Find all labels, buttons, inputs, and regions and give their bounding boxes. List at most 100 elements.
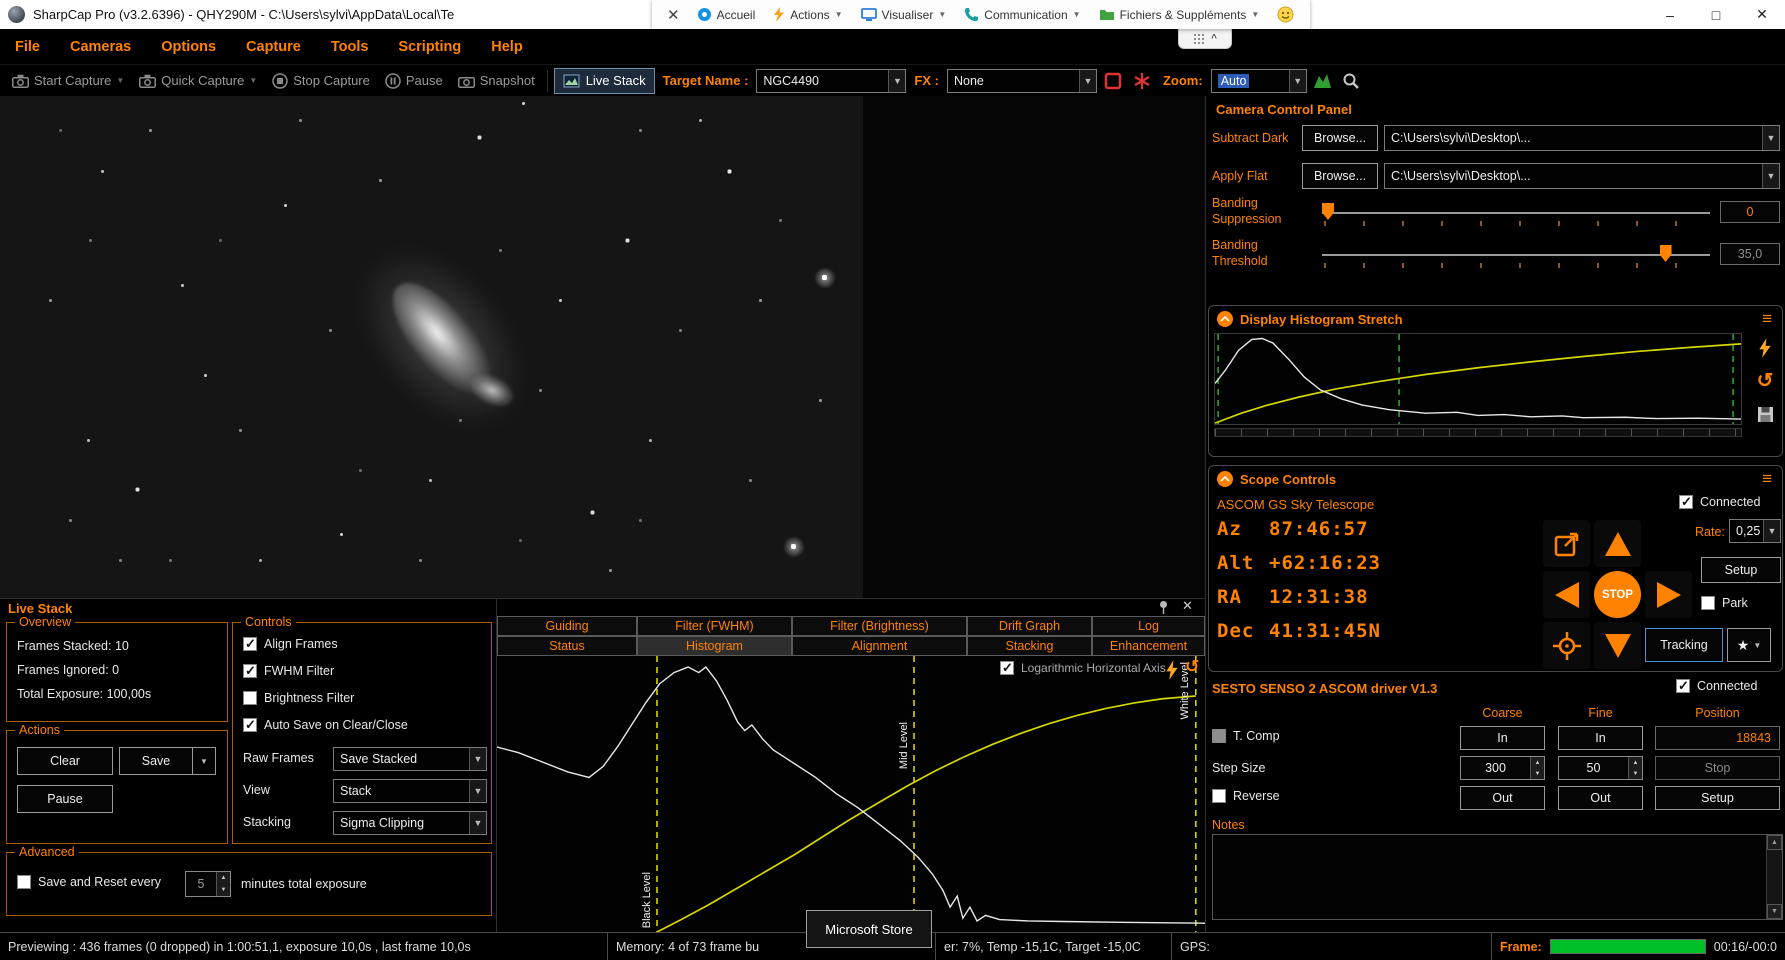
- scroll-down-icon[interactable]: ▼: [1767, 904, 1782, 919]
- tab-filter-fwhm[interactable]: Filter (FWHM): [637, 616, 792, 636]
- stop-capture-button[interactable]: Stop Capture: [266, 68, 376, 94]
- slew-to-target-button[interactable]: [1543, 520, 1590, 567]
- subtract-dark-path-combobox[interactable]: C:\Users\sylvi\Desktop\... ▼: [1384, 125, 1780, 151]
- tv-item-visualiser[interactable]: Visualiser ▼: [853, 0, 955, 29]
- selection-area-button[interactable]: [1100, 68, 1126, 94]
- focuser-stop-button[interactable]: Stop: [1655, 756, 1780, 780]
- menu-options[interactable]: Options: [146, 39, 231, 55]
- reset-stretch-button[interactable]: ↺: [1749, 366, 1781, 394]
- log-axis-checkbox[interactable]: [1000, 660, 1014, 676]
- live-stack-button[interactable]: Live Stack: [553, 67, 655, 94]
- coarse-step-spinner[interactable]: 300 ▲ ▼: [1460, 756, 1545, 780]
- focuser-position-value[interactable]: 18843: [1655, 726, 1780, 750]
- maximize-button[interactable]: □: [1693, 0, 1739, 29]
- chevron-down-icon[interactable]: ▼: [1763, 520, 1780, 542]
- menu-icon[interactable]: ≡: [1762, 309, 1772, 329]
- slew-down-button[interactable]: [1594, 622, 1641, 669]
- collapse-button[interactable]: [1217, 471, 1233, 487]
- menu-cameras[interactable]: Cameras: [55, 39, 146, 55]
- minutes-spinner[interactable]: 5 ▲ ▼: [185, 871, 231, 897]
- slew-right-button[interactable]: [1645, 571, 1692, 618]
- auto-stretch-button[interactable]: [1310, 68, 1336, 94]
- fx-combobox[interactable]: None ▼: [946, 68, 1097, 93]
- zoom-combobox[interactable]: Auto ▼: [1210, 68, 1307, 93]
- tab-log[interactable]: Log: [1092, 616, 1205, 636]
- save-reset-checkbox[interactable]: [17, 875, 31, 889]
- banding-threshold-value[interactable]: 35,0: [1720, 243, 1780, 265]
- tab-histogram[interactable]: Histogram: [637, 636, 792, 656]
- menu-capture[interactable]: Capture: [231, 39, 316, 55]
- chevron-down-icon[interactable]: ▼: [1078, 69, 1096, 92]
- snapshot-button[interactable]: Snapshot: [452, 68, 541, 94]
- tab-status[interactable]: Status: [497, 636, 637, 656]
- goto-star-button[interactable]: ★ ▼: [1727, 628, 1771, 662]
- save-button[interactable]: Save: [119, 747, 193, 775]
- menu-file[interactable]: File: [0, 39, 55, 55]
- stacking-combobox[interactable]: Sigma Clipping ▼: [333, 811, 487, 835]
- menu-tools[interactable]: Tools: [316, 39, 384, 55]
- align-frames-checkbox[interactable]: [243, 636, 257, 652]
- close-icon[interactable]: ✕: [660, 6, 687, 24]
- banding-suppression-slider[interactable]: [1322, 200, 1710, 226]
- fine-step-spinner[interactable]: 50 ▲ ▼: [1558, 756, 1643, 780]
- save-stretch-button[interactable]: [1751, 400, 1779, 428]
- tab-drift-graph[interactable]: Drift Graph: [967, 616, 1092, 636]
- image-display-area[interactable]: [0, 96, 1205, 598]
- start-capture-button[interactable]: Start Capture ▼: [6, 68, 130, 94]
- target-name-combobox[interactable]: NGC4490 ▼: [756, 68, 907, 93]
- slew-left-button[interactable]: [1543, 571, 1590, 618]
- apply-flat-browse-button[interactable]: Browse...: [1302, 163, 1378, 189]
- minimize-button[interactable]: –: [1647, 0, 1693, 29]
- rate-combobox[interactable]: 0,25 ▼: [1729, 519, 1781, 543]
- menu-help[interactable]: Help: [476, 39, 537, 55]
- view-combobox[interactable]: Stack ▼: [333, 779, 487, 803]
- slew-up-button[interactable]: [1594, 520, 1641, 567]
- subtract-dark-browse-button[interactable]: Browse...: [1302, 125, 1378, 151]
- tab-filter-brightness[interactable]: Filter (Brightness): [792, 616, 967, 636]
- scroll-up-icon[interactable]: ▲: [1767, 835, 1782, 850]
- brightness-filter-checkbox[interactable]: [243, 691, 257, 705]
- tracking-button[interactable]: Tracking: [1645, 628, 1723, 662]
- menu-scripting[interactable]: Scripting: [383, 39, 476, 55]
- fwhm-filter-checkbox[interactable]: [243, 663, 257, 679]
- chevron-down-icon[interactable]: ▼: [469, 780, 486, 802]
- focuser-setup-button[interactable]: Setup: [1655, 786, 1780, 810]
- histogram-lightning-button[interactable]: [1165, 660, 1179, 685]
- coarse-out-button[interactable]: Out: [1460, 786, 1545, 810]
- chevron-down-icon[interactable]: ▼: [1288, 69, 1306, 92]
- close-button[interactable]: ✕: [1739, 0, 1785, 29]
- banding-suppression-value[interactable]: 0: [1720, 201, 1780, 223]
- tv-item-fichiers[interactable]: Fichiers & Suppléments ▼: [1091, 0, 1268, 29]
- scope-connected-checkbox[interactable]: [1679, 494, 1693, 510]
- temp-comp-checkbox[interactable]: [1212, 729, 1226, 743]
- stretch-histogram-graph[interactable]: [1214, 333, 1742, 425]
- banding-threshold-slider[interactable]: [1322, 242, 1710, 268]
- teamviewer-collapse-handle[interactable]: ^: [1178, 29, 1232, 49]
- focuser-connected-checkbox[interactable]: [1676, 678, 1690, 694]
- tv-item-communication[interactable]: Communication ▼: [956, 0, 1088, 29]
- notes-scrollbar[interactable]: ▲ ▼: [1766, 835, 1782, 919]
- notes-input[interactable]: ▲ ▼: [1212, 834, 1783, 920]
- tab-alignment[interactable]: Alignment: [792, 636, 967, 656]
- tv-item-accueil[interactable]: Accueil: [689, 0, 764, 29]
- pause-button[interactable]: Pause: [379, 68, 449, 94]
- slider-thumb[interactable]: [1659, 245, 1672, 262]
- tv-item-actions[interactable]: Actions ▼: [765, 0, 850, 29]
- clear-button[interactable]: Clear: [17, 747, 113, 775]
- slew-stop-button[interactable]: STOP: [1594, 571, 1641, 618]
- pause-stack-button[interactable]: Pause: [17, 785, 113, 813]
- zoom-tool-button[interactable]: [1339, 68, 1363, 94]
- tab-enhancement[interactable]: Enhancement: [1092, 636, 1205, 656]
- histogram-reset-button[interactable]: ↺: [1185, 657, 1199, 677]
- center-target-button[interactable]: [1543, 622, 1590, 669]
- chevron-down-icon[interactable]: ▼: [469, 812, 486, 834]
- reverse-checkbox[interactable]: [1212, 789, 1226, 803]
- dock-close-button[interactable]: ✕: [1182, 598, 1193, 614]
- fine-out-button[interactable]: Out: [1558, 786, 1643, 810]
- quick-capture-button[interactable]: Quick Capture ▼: [133, 68, 263, 94]
- chevron-down-icon[interactable]: ▼: [888, 69, 906, 92]
- save-dropdown-button[interactable]: ▼: [192, 747, 216, 775]
- park-checkbox[interactable]: [1701, 596, 1715, 610]
- fine-in-button[interactable]: In: [1558, 726, 1643, 750]
- collapse-button[interactable]: [1217, 311, 1233, 327]
